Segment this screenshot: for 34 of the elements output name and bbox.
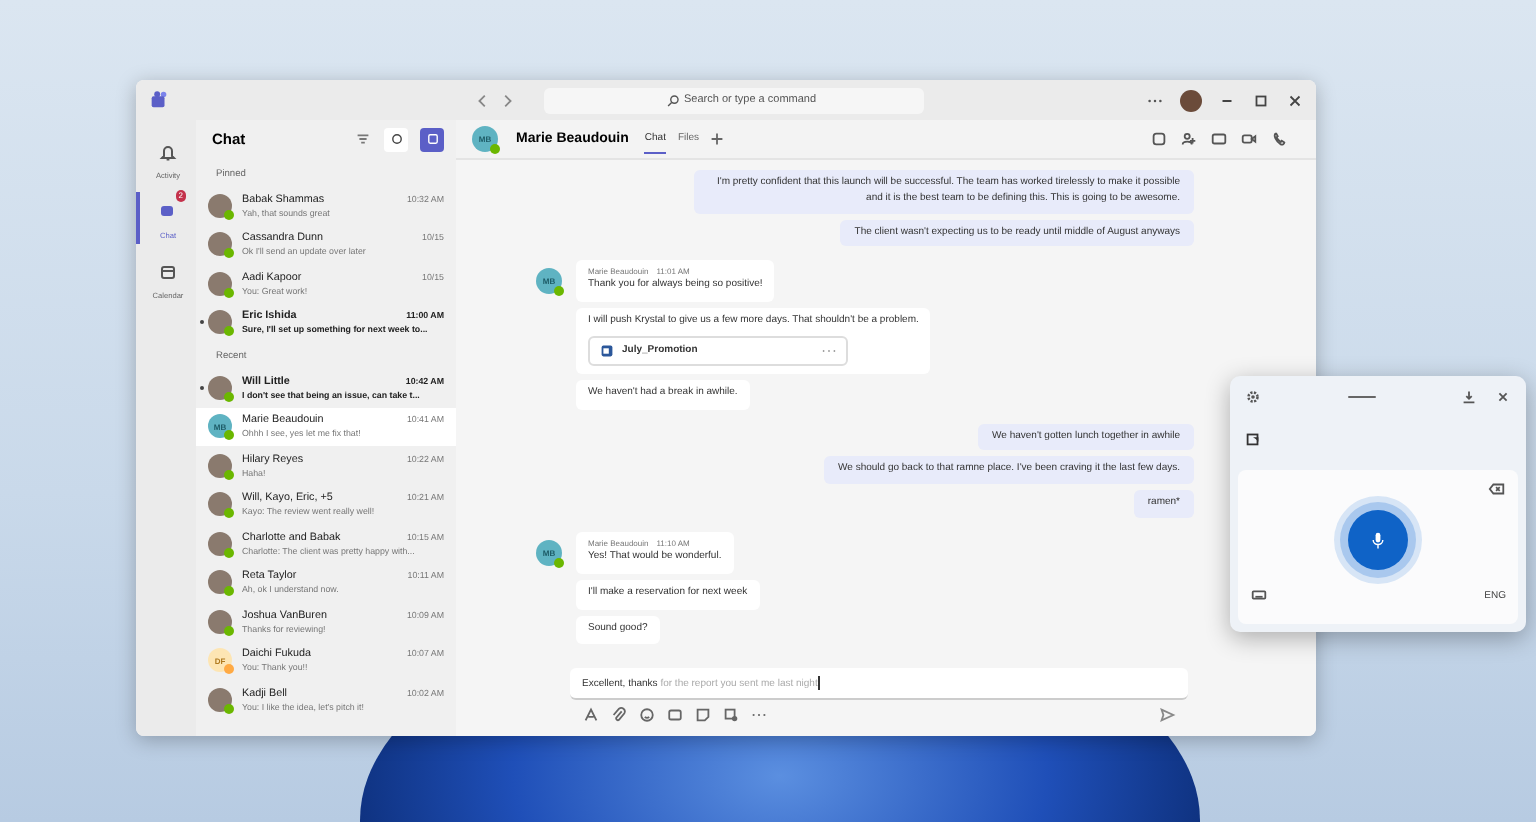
document-icon — [598, 341, 616, 360]
clipboard-icon[interactable] — [1244, 430, 1262, 448]
close-icon[interactable] — [1286, 91, 1304, 109]
drag-handle[interactable] — [1347, 395, 1375, 399]
search-icon — [666, 93, 680, 107]
schedule-icon[interactable] — [722, 706, 740, 724]
share-screen-icon[interactable] — [1210, 130, 1228, 148]
close-icon[interactable] — [1494, 388, 1512, 406]
chat-icon — [158, 202, 178, 222]
maximize-icon[interactable] — [1252, 91, 1270, 109]
pop-out-icon[interactable] — [1150, 130, 1168, 148]
new-chat-button[interactable] — [420, 127, 444, 151]
attach-icon[interactable] — [610, 706, 628, 724]
keyboard-icon[interactable] — [1250, 586, 1268, 604]
video-call-button[interactable] — [384, 127, 408, 151]
format-icon[interactable] — [582, 706, 600, 724]
settings-icon[interactable] — [1244, 388, 1262, 406]
microphone-button[interactable] — [1348, 510, 1408, 570]
gif-icon[interactable] — [666, 706, 684, 724]
circle-icon — [389, 132, 403, 146]
video-icon[interactable] — [1240, 130, 1258, 148]
dock-icon[interactable] — [1460, 388, 1478, 406]
teams-logo-icon — [148, 90, 170, 110]
backspace-icon[interactable] — [1488, 480, 1506, 498]
phone-icon[interactable] — [1270, 130, 1288, 148]
emoji-icon[interactable] — [638, 706, 656, 724]
people-icon[interactable] — [1180, 130, 1198, 148]
filter-icon[interactable] — [354, 130, 372, 148]
add-tab-icon[interactable] — [707, 130, 726, 148]
send-icon[interactable] — [1158, 706, 1176, 724]
profile-avatar[interactable] — [1180, 89, 1202, 111]
bell-icon — [158, 142, 178, 162]
calendar-icon — [158, 262, 178, 282]
sticker-icon[interactable] — [694, 706, 712, 724]
